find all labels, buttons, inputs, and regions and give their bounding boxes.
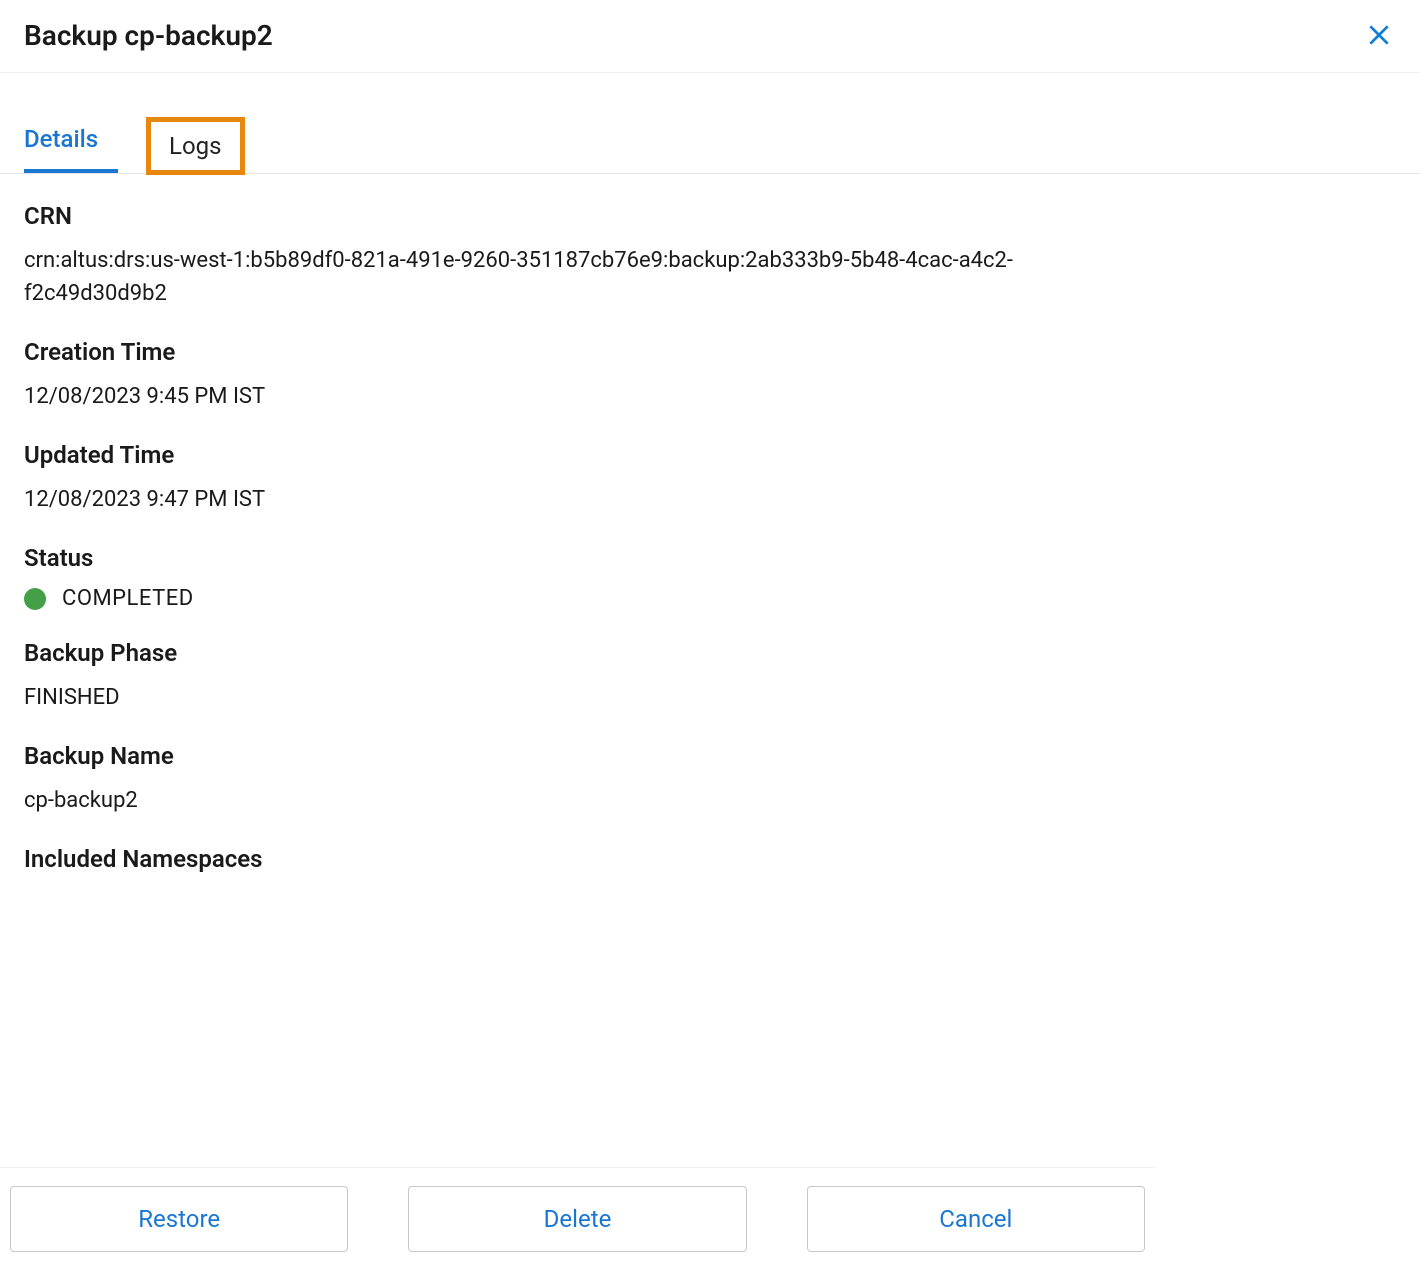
page-title: Backup cp-backup2 bbox=[24, 19, 273, 52]
cancel-button[interactable]: Cancel bbox=[807, 1186, 1145, 1252]
restore-button[interactable]: Restore bbox=[10, 1186, 348, 1252]
field-included-namespaces: Included Namespaces bbox=[24, 845, 1121, 873]
delete-button[interactable]: Delete bbox=[408, 1186, 746, 1252]
updated-time-label: Updated Time bbox=[24, 441, 1121, 469]
field-backup-name: Backup Name cp-backup2 bbox=[24, 742, 1121, 817]
field-updated-time: Updated Time 12/08/2023 9:47 PM IST bbox=[24, 441, 1121, 516]
tab-logs[interactable]: Logs bbox=[146, 117, 244, 175]
creation-time-value: 12/08/2023 9:45 PM IST bbox=[24, 380, 1121, 413]
tab-details[interactable]: Details bbox=[24, 113, 118, 173]
field-status: Status COMPLETED bbox=[24, 544, 1121, 611]
tabs: Details Logs bbox=[0, 73, 1420, 174]
status-value: COMPLETED bbox=[62, 586, 194, 611]
included-namespaces-label: Included Namespaces bbox=[24, 845, 1121, 873]
crn-value: crn:altus:drs:us-west-1:b5b89df0-821a-49… bbox=[24, 244, 1121, 310]
backup-name-label: Backup Name bbox=[24, 742, 1121, 770]
details-content: CRN crn:altus:drs:us-west-1:b5b89df0-821… bbox=[0, 174, 1145, 1021]
field-backup-phase: Backup Phase FINISHED bbox=[24, 639, 1121, 714]
creation-time-label: Creation Time bbox=[24, 338, 1121, 366]
status-row: COMPLETED bbox=[24, 586, 1121, 611]
header: Backup cp-backup2 bbox=[0, 0, 1420, 73]
field-creation-time: Creation Time 12/08/2023 9:45 PM IST bbox=[24, 338, 1121, 413]
backup-phase-label: Backup Phase bbox=[24, 639, 1121, 667]
crn-label: CRN bbox=[24, 202, 1121, 230]
backup-phase-value: FINISHED bbox=[24, 681, 1121, 714]
status-indicator-icon bbox=[24, 588, 46, 610]
updated-time-value: 12/08/2023 9:47 PM IST bbox=[24, 483, 1121, 516]
close-icon bbox=[1366, 22, 1392, 48]
status-label: Status bbox=[24, 544, 1121, 572]
footer: Restore Delete Cancel bbox=[0, 1167, 1155, 1270]
backup-name-value: cp-backup2 bbox=[24, 784, 1121, 817]
field-crn: CRN crn:altus:drs:us-west-1:b5b89df0-821… bbox=[24, 202, 1121, 310]
close-button[interactable] bbox=[1362, 18, 1396, 52]
